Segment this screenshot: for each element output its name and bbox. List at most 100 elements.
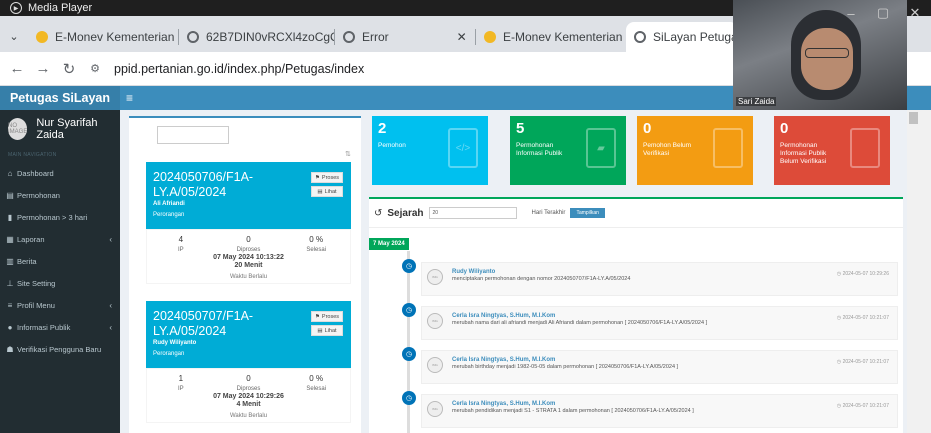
code-file-icon: </> xyxy=(448,128,478,168)
elapsed-label: Waktu Berlalu xyxy=(229,413,268,419)
back-icon[interactable]: ← xyxy=(4,60,30,77)
clock-icon: ◷ xyxy=(402,347,416,361)
elapsed-duration: 4 Menit xyxy=(236,401,261,408)
menu-toggle-icon[interactable]: ≡ xyxy=(126,91,733,105)
timeline-user[interactable]: Cerla Isra Ningtyas, S.Hum, M.I.Kom xyxy=(452,401,555,407)
request-card-header: 2024050706/F1A-LY.A/05/2024 Ali Afriandi… xyxy=(146,162,351,229)
search-input[interactable] xyxy=(157,126,229,144)
process-button[interactable]: ⚑ Proses xyxy=(311,172,343,183)
person-face xyxy=(801,28,853,90)
reload-icon[interactable]: ↻ xyxy=(56,60,82,78)
timeline-item: ◷ IMG Rudy Wiliyanto menciptakan permoho… xyxy=(402,259,898,296)
url-field[interactable]: ppid.pertanian.go.id/index.php/Petugas/i… xyxy=(114,62,364,76)
button-label: Lihat xyxy=(324,188,337,195)
requester-category: Perorangan xyxy=(153,351,185,357)
sidebar-item-permohonan-3hari[interactable]: ▮ Permohonan > 3 hari xyxy=(0,206,120,228)
history-panel: ↺ Sejarah 20 Hari Terakhir Tampilkan 7 M… xyxy=(369,197,903,433)
sidebar: NO IMAGE Nur Syarifah Zaida MAIN NAVIGAT… xyxy=(0,110,120,433)
timeline-text: menciptakan permohonan dengan nomor 2024… xyxy=(452,276,631,282)
app-brand[interactable]: Petugas SiLayan xyxy=(0,86,120,110)
sidebar-item-label: Site Setting xyxy=(17,278,56,288)
stat-value: 0 xyxy=(246,374,251,383)
request-number[interactable]: 2024050706/F1A-LY.A/05/2024 xyxy=(153,170,273,200)
tab-file[interactable]: 62B7DIN0vRCXl4zoCgCz ✕ xyxy=(179,22,334,52)
info-box-label: Permohonan Informasi Publik xyxy=(516,142,563,157)
process-button[interactable]: ⚑ Proses xyxy=(311,311,343,322)
requester-name: Rudy Wiliyanto xyxy=(153,340,197,346)
sidebar-item-berita[interactable]: ▥ Berita xyxy=(0,250,120,272)
request-card: 2024050706/F1A-LY.A/05/2024 Ali Afriandi… xyxy=(146,162,351,284)
tab-silayan[interactable]: SiLayan Petugas xyxy=(626,22,738,52)
view-button[interactable]: ▤ Lihat xyxy=(311,325,343,336)
tab-emonev-1[interactable]: E-Monev Kementerian Pe ✕ xyxy=(28,22,178,52)
days-input[interactable]: 20 xyxy=(428,207,517,219)
request-datetime: 07 May 2024 10:29:26 xyxy=(213,393,284,400)
sidebar-item-laporan[interactable]: ▦ Laporan ‹ xyxy=(0,228,120,250)
request-list-panel: ⇅ 2024050706/F1A-LY.A/05/2024 Ali Afrian… xyxy=(129,116,361,433)
sidebar-item-label: Laporan xyxy=(17,234,45,244)
newspaper-icon: ▥ xyxy=(6,256,14,266)
timeline-text: merubah nama dari ali afriandi menjadi A… xyxy=(452,320,708,326)
show-button[interactable]: Tampilkan xyxy=(570,208,605,218)
scrollbar-thumb[interactable] xyxy=(909,112,918,124)
stat-value: 4 xyxy=(178,235,184,244)
page-scrollbar[interactable] xyxy=(907,110,931,433)
stat-label: Selesai xyxy=(306,386,327,392)
timeline-time-value: 2024-05-07 10:29:26 xyxy=(842,271,889,277)
timeline-user[interactable]: Rudy Wiliyanto xyxy=(452,269,495,275)
sidebar-item-dashboard[interactable]: ⌂ Dashboard xyxy=(0,162,120,184)
chevron-left-icon: ‹ xyxy=(109,322,112,332)
forward-icon[interactable]: → xyxy=(30,60,56,77)
timeline-user[interactable]: Cerla Isra Ningtyas, S.Hum, M.I.Kom xyxy=(452,313,555,319)
history-title: Sejarah xyxy=(387,207,424,219)
nav-header: MAIN NAVIGATION xyxy=(8,152,57,158)
view-button[interactable]: ▤ Lihat xyxy=(311,186,343,197)
close-window-icon[interactable]: ✕ xyxy=(899,5,931,21)
tab-emonev-2[interactable]: E-Monev Kementerian Pe ✕ xyxy=(476,22,626,52)
chevron-left-icon: ‹ xyxy=(109,234,112,244)
timeline-item: ◷ IMG Cerla Isra Ningtyas, S.Hum, M.I.Ko… xyxy=(402,391,898,428)
avatar: IMG xyxy=(427,313,443,329)
timeline-text: merubah pendidikan menjadi S1 - STRATA 1… xyxy=(452,408,694,414)
button-label: Lihat xyxy=(324,327,337,334)
sidebar-item-profil-menu[interactable]: ≡ Profil Menu ‹ xyxy=(0,294,120,316)
sidebar-item-informasi-publik[interactable]: ● Informasi Publik ‹ xyxy=(0,316,120,338)
emonev-favicon-icon xyxy=(484,31,496,43)
sidebar-item-label: Dashboard xyxy=(17,168,54,178)
sidebar-item-label: Informasi Publik xyxy=(17,322,71,332)
file-icon xyxy=(713,128,743,168)
sidebar-item-label: Permohonan > 3 hari xyxy=(17,212,88,222)
tab-label: Error xyxy=(362,30,389,44)
content-area: ⇅ 2024050706/F1A-LY.A/05/2024 Ali Afrian… xyxy=(120,110,907,433)
sidebar-item-permohonan[interactable]: ▤ Permohonan xyxy=(0,184,120,206)
info-box-pemohon[interactable]: 2 Pemohon </> xyxy=(372,116,488,185)
minimize-icon[interactable]: – xyxy=(835,6,867,21)
timeline-time-value: 2024-05-07 10:21:07 xyxy=(842,403,889,409)
tab-list-chevron-icon[interactable]: ⌄ xyxy=(0,30,28,43)
timeline-item: ◷ IMG Cerla Isra Ningtyas, S.Hum, M.I.Ko… xyxy=(402,303,898,340)
site-info-icon[interactable]: ⚙ xyxy=(82,62,108,75)
timeline-user[interactable]: Cerla Isra Ningtyas, S.Hum, M.I.Kom xyxy=(452,357,555,363)
tab-error[interactable]: Error ✕ xyxy=(335,22,475,52)
info-box-pemohon-belum-verifikasi[interactable]: 0 Pemohon Belum Verifikasi xyxy=(637,116,753,185)
maximize-icon[interactable]: ▢ xyxy=(867,5,899,21)
stat-label: Diproses xyxy=(236,386,261,392)
info-box-label: Permohonan Informasi Publik Belum Verifi… xyxy=(780,142,827,165)
view-icon: ▤ xyxy=(317,188,323,195)
list-icon: ≡ xyxy=(7,300,13,310)
timeline-box: IMG Rudy Wiliyanto menciptakan permohona… xyxy=(421,262,898,296)
info-box-permohonan[interactable]: 5 Permohonan Informasi Publik ▰ xyxy=(510,116,626,185)
users-icon: ☗ xyxy=(6,344,14,354)
close-tab-icon[interactable]: ✕ xyxy=(457,30,467,44)
timeline-time: ◷ 2024-05-07 10:21:07 xyxy=(836,403,889,409)
info-box-permohonan-belum-verifikasi[interactable]: 0 Permohonan Informasi Publik Belum Veri… xyxy=(774,116,890,185)
button-label: Proses xyxy=(321,313,340,320)
request-card: 2024050707/F1A-LY.A/05/2024 Rudy Wiliyan… xyxy=(146,301,351,423)
file-icon: ▤ xyxy=(6,190,14,200)
sidebar-item-site-setting[interactable]: ⊥ Site Setting xyxy=(0,272,120,294)
view-icon: ▤ xyxy=(317,327,323,334)
sort-icon[interactable]: ⇅ xyxy=(345,150,351,158)
request-number[interactable]: 2024050707/F1A-LY.A/05/2024 xyxy=(153,309,273,339)
sidebar-item-verifikasi[interactable]: ☗ Verifikasi Pengguna Baru xyxy=(0,338,120,360)
avatar: NO IMAGE xyxy=(8,118,28,140)
